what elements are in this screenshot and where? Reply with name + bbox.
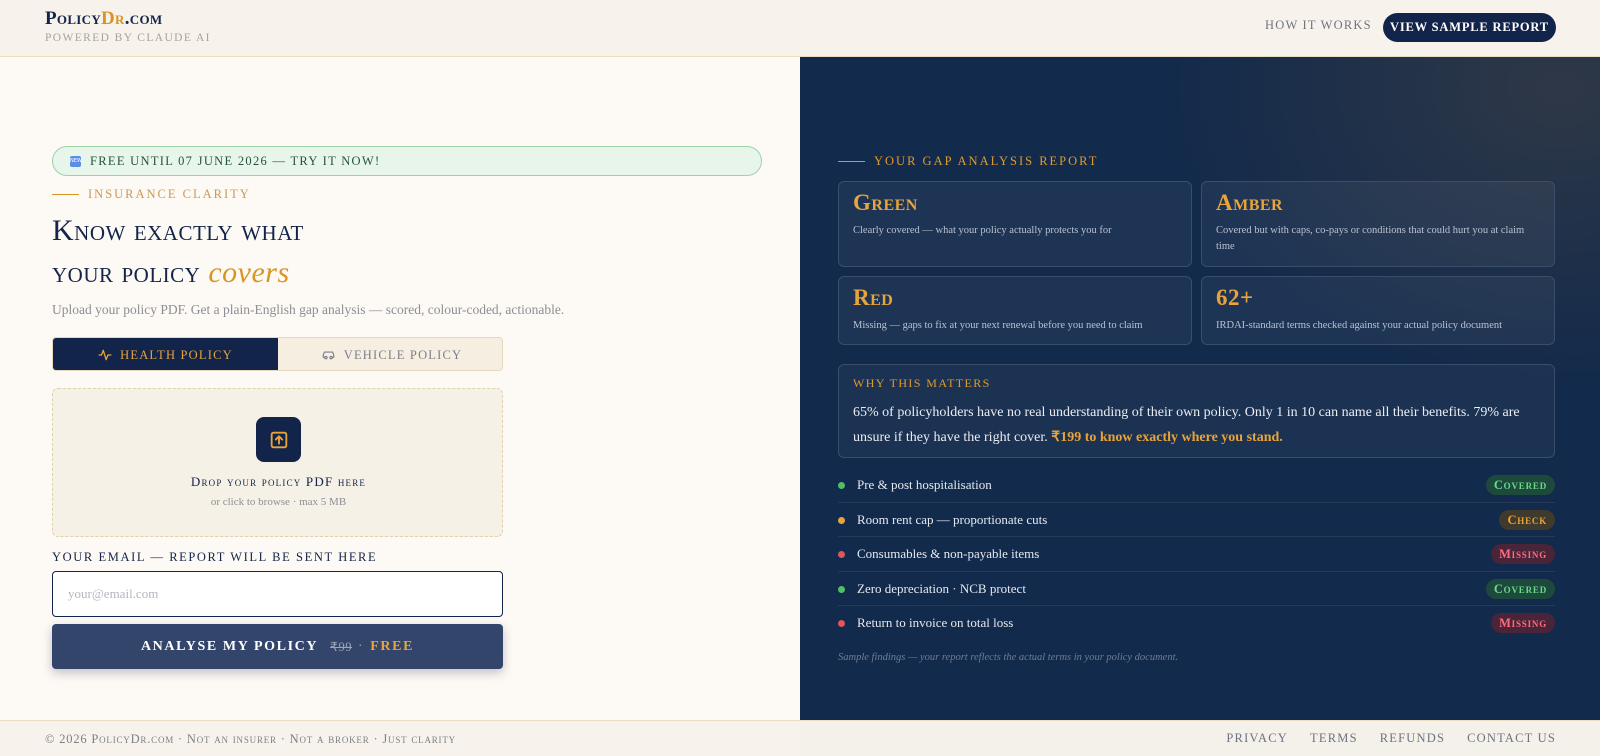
status-dot [838,482,845,489]
list-item: Room rent cap — proportionate cuts Check [838,503,1555,537]
card-title: Red [853,285,894,310]
list-item: Pre & post hospitalisation Covered [838,468,1555,503]
status-dot [838,620,845,627]
why-highlight: ₹199 to know exactly where you stand. [1051,430,1283,445]
footer-link-refunds[interactable]: Refunds [1380,731,1445,746]
dropzone-title: Drop your policy PDF here [190,474,367,489]
nav-how-it-works[interactable]: How it works [1265,18,1372,33]
logo[interactable]: PolicyDr.com [45,9,211,29]
powered-by: Powered by Claude AI [45,32,211,44]
headline-emphasis: covers [208,256,290,289]
stat-card-terms: 62+ IRDAI-standard terms checked against… [1201,276,1555,345]
card-desc: Covered but with caps, co-pays or condit… [1216,225,1525,252]
brand[interactable]: PolicyDr.com Powered by Claude AI [45,9,211,45]
upload-icon [256,417,301,462]
promo-text: Free until 07 June 2026 — try it now! [90,154,381,168]
legend-card-red: Red Missing — gaps to fix at your next r… [838,276,1192,345]
finding-label: Room rent cap — proportionate cuts [857,511,1048,527]
analyse-policy-button[interactable]: Analyse My Policy ₹99 · Free [52,624,503,669]
eyebrow-text: Insurance Clarity [88,187,251,201]
tab-vehicle-policy[interactable]: Vehicle Policy [279,338,502,370]
status-badge: Covered [1485,475,1555,495]
pdf-dropzone[interactable]: Drop your policy PDF here or click to br… [52,388,503,537]
eyebrow: Insurance Clarity [52,187,251,202]
card-desc: Missing — gaps to fix at your next renew… [853,320,1143,331]
footer-link-privacy[interactable]: Privacy [1226,731,1288,746]
tab-health-policy[interactable]: Health Policy [53,338,278,370]
why-title: Why this matters [853,376,991,390]
why-body: 65% of policyholders have no real unders… [853,405,1520,445]
status-badge: Missing [1491,613,1555,633]
list-item: Zero depreciation · NCB protect Covered [838,572,1555,606]
report-eyebrow: Your Gap Analysis Report [838,154,1098,169]
finding-label: Consumables & non-payable items [857,546,1040,561]
promo-banner: NEW Free until 07 June 2026 — try it now… [52,146,762,176]
status-badge: Check [1499,509,1555,530]
list-item: Return to invoice on total loss Missing [838,606,1555,641]
why-this-matters: Why this matters 65% of policyholders ha… [838,364,1555,458]
free-label: Free [370,638,415,654]
footer-links: Privacy Terms Refunds Contact Us [1204,731,1556,746]
finding-label: Pre & post hospitalisation [857,477,992,492]
finding-label: Return to invoice on total loss [857,615,1014,630]
sample-note: Sample findings — your report reflects t… [838,652,1179,663]
view-sample-report-button[interactable]: View Sample Report [1383,13,1556,42]
card-title: 62+ [1216,285,1254,310]
dropzone-hint: or click to browse · max 5 MB [210,496,347,508]
analyse-label: Analyse My Policy [140,638,319,654]
page-subtitle: Upload your policy PDF. Get a plain-Engl… [52,302,565,317]
tab-vehicle-label: Vehicle Policy [343,347,463,362]
eyebrow-rule [52,194,79,195]
legend-card-green: Green Clearly covered — what your policy… [838,181,1192,267]
email-label: Your email — report will be sent here [52,550,378,564]
legend-card-amber: Amber Covered but with caps, co-pays or … [1201,181,1555,267]
card-desc: IRDAI-standard terms checked against you… [1216,320,1503,331]
new-badge-icon: NEW [70,156,82,167]
card-title: Green [853,190,918,215]
sample-findings: Pre & post hospitalisation Covered Room … [838,468,1555,641]
upload-panel: NEW Free until 07 June 2026 — try it now… [0,57,800,720]
copyright: © 2026 PolicyDr.com · Not an insurer · N… [45,732,456,746]
finding-label: Zero depreciation · NCB protect [857,580,1026,596]
price-separator: · [358,638,365,654]
email-field[interactable] [52,571,503,617]
report-preview-panel: Your Gap Analysis Report Green Clearly c… [800,57,1600,720]
card-title: Amber [1216,190,1284,215]
policy-type-tabs: Health Policy Vehicle Policy [52,337,503,371]
old-price: ₹99 [330,639,352,654]
status-dot [838,551,845,558]
status-dot [838,585,845,593]
page-title: Know exactly what your policy covers [52,214,304,289]
report-eyebrow-text: Your Gap Analysis Report [874,154,1099,168]
status-dot [838,516,845,524]
status-badge: Missing [1491,544,1555,564]
footer-link-terms[interactable]: Terms [1310,731,1358,746]
tab-health-label: Health Policy [120,347,233,362]
site-footer: © 2026 PolicyDr.com · Not an insurer · N… [0,720,1600,756]
site-header: PolicyDr.com Powered by Claude AI How it… [0,0,1600,57]
report-eyebrow-rule [838,161,865,162]
footer-link-contact[interactable]: Contact Us [1467,731,1556,746]
list-item: Consumables & non-payable items Missing [838,537,1555,572]
car-icon [322,351,335,360]
card-desc: Clearly covered — what your policy actua… [853,225,1112,236]
heartbeat-icon [98,349,112,361]
status-badge: Covered [1485,578,1555,599]
